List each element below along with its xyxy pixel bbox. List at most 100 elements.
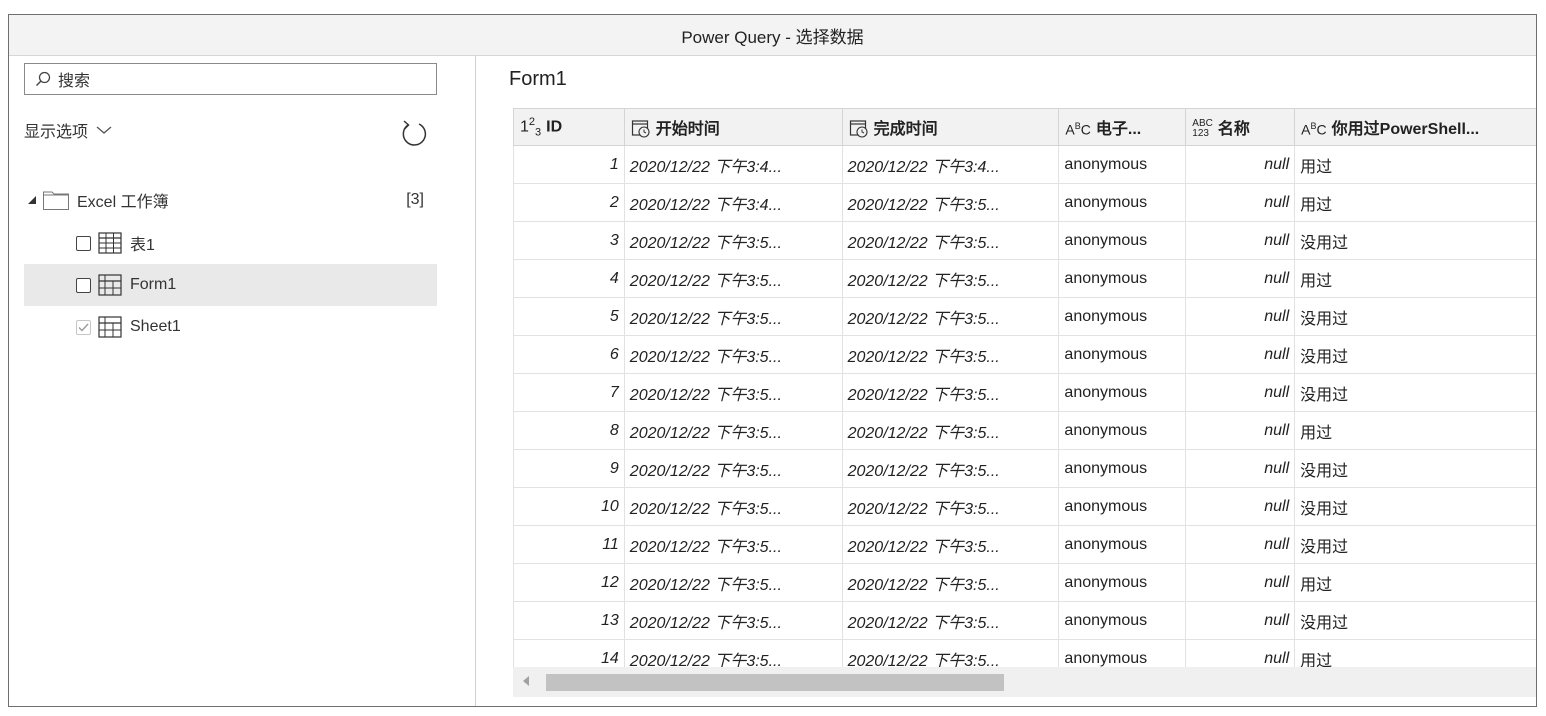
cell-used-powershell[interactable]: 用过 [1294,183,1536,222]
cell-email[interactable]: anonymous [1058,221,1187,260]
cell-used-powershell[interactable]: 没用过 [1294,449,1536,488]
table-row[interactable]: 8 2020/12/22 下午3:5... 2020/12/22 下午3:5... a… [513,411,1536,450]
cell-email[interactable]: anonymous [1058,563,1187,602]
table-row[interactable]: 12 2020/12/22 下午3:5... 2020/12/22 下午3:5...… [513,563,1536,602]
cell-start-time[interactable]: 2020/12/22 下午3:5... [623,297,843,336]
cell-end-time[interactable]: 2020/12/22 下午3:5... [841,335,1060,374]
cell-end-time[interactable]: 2020/12/22 下午3:4... [841,145,1060,184]
cell-end-time[interactable]: 2020/12/22 下午3:5... [841,601,1060,640]
cell-end-time[interactable]: 2020/12/22 下午3:5... [841,639,1060,668]
cell-id[interactable]: 5 [513,297,625,336]
cell-name[interactable]: null [1185,525,1296,564]
cell-used-powershell[interactable]: 用过 [1294,145,1536,184]
cell-used-powershell[interactable]: 没用过 [1294,297,1536,336]
cell-email[interactable]: anonymous [1058,373,1187,412]
cell-name[interactable]: null [1185,601,1296,640]
column-header-name[interactable]: ABC 123 名称 [1185,108,1296,146]
cell-name[interactable]: null [1185,639,1296,668]
table-row[interactable]: 4 2020/12/22 下午3:5... 2020/12/22 下午3:5... a… [513,259,1536,298]
search-input[interactable]: 搜索 [24,63,437,95]
table-row[interactable]: 3 2020/12/22 下午3:5... 2020/12/22 下午3:5... a… [513,221,1536,260]
table-row[interactable]: 13 2020/12/22 下午3:5... 2020/12/22 下午3:5...… [513,601,1536,640]
table-row[interactable]: 14 2020/12/22 下午3:5... 2020/12/22 下午3:5...… [513,639,1536,668]
table-row[interactable]: 1 2020/12/22 下午3:4... 2020/12/22 下午3:4... a… [513,145,1536,184]
cell-end-time[interactable]: 2020/12/22 下午3:5... [841,183,1060,222]
cell-id[interactable]: 13 [513,601,625,640]
cell-end-time[interactable]: 2020/12/22 下午3:5... [841,259,1060,298]
collapse-triangle-icon[interactable] [26,194,38,206]
column-header-email[interactable]: ABC 电子... [1058,108,1187,146]
text-type-icon[interactable]: ABC [1301,121,1326,138]
cell-name[interactable]: null [1185,373,1296,412]
cell-email[interactable]: anonymous [1058,601,1187,640]
cell-email[interactable]: anonymous [1058,525,1187,564]
cell-start-time[interactable]: 2020/12/22 下午3:4... [623,183,843,222]
column-header-id[interactable]: 123 ID [513,108,625,146]
table-row[interactable]: 7 2020/12/22 下午3:5... 2020/12/22 下午3:5... a… [513,373,1536,412]
cell-email[interactable]: anonymous [1058,487,1187,526]
sheet1-checkbox[interactable] [76,319,91,335]
cell-name[interactable]: null [1185,221,1296,260]
form1-checkbox[interactable] [76,277,91,293]
cell-name[interactable]: null [1185,259,1296,298]
cell-name[interactable]: null [1185,297,1296,336]
cell-name[interactable]: null [1185,563,1296,602]
cell-end-time[interactable]: 2020/12/22 下午3:5... [841,449,1060,488]
datetime-type-icon[interactable] [849,119,869,139]
tree-item-form1[interactable]: Form1 [24,264,437,306]
cell-name[interactable]: null [1185,411,1296,450]
table-row[interactable]: 11 2020/12/22 下午3:5... 2020/12/22 下午3:5...… [513,525,1536,564]
cell-used-powershell[interactable]: 没用过 [1294,373,1536,412]
cell-start-time[interactable]: 2020/12/22 下午3:5... [623,525,843,564]
tree-item-excel-workbook[interactable]: Excel 工作簿 [3] [24,179,437,221]
cell-email[interactable]: anonymous [1058,145,1187,184]
cell-id[interactable]: 12 [513,563,625,602]
cell-start-time[interactable]: 2020/12/22 下午3:5... [623,221,843,260]
cell-email[interactable]: anonymous [1058,411,1187,450]
cell-used-powershell[interactable]: 用过 [1294,639,1536,668]
table-row[interactable]: 6 2020/12/22 下午3:5... 2020/12/22 下午3:5... a… [513,335,1536,374]
cell-start-time[interactable]: 2020/12/22 下午3:5... [623,639,843,668]
cell-used-powershell[interactable]: 没用过 [1294,335,1536,374]
cell-start-time[interactable]: 2020/12/22 下午3:5... [623,601,843,640]
datetime-type-icon[interactable] [631,119,651,139]
cell-used-powershell[interactable]: 没用过 [1294,221,1536,260]
cell-name[interactable]: null [1185,183,1296,222]
cell-end-time[interactable]: 2020/12/22 下午3:5... [841,297,1060,336]
cell-end-time[interactable]: 2020/12/22 下午3:5... [841,221,1060,260]
cell-end-time[interactable]: 2020/12/22 下午3:5... [841,487,1060,526]
cell-email[interactable]: anonymous [1058,335,1187,374]
tree-item-sheet1[interactable]: Sheet1 [24,306,437,348]
cell-email[interactable]: anonymous [1058,639,1187,668]
cell-email[interactable]: anonymous [1058,449,1187,488]
cell-start-time[interactable]: 2020/12/22 下午3:5... [623,563,843,602]
cell-start-time[interactable]: 2020/12/22 下午3:5... [623,411,843,450]
cell-end-time[interactable]: 2020/12/22 下午3:5... [841,373,1060,412]
whole-number-type-icon[interactable]: 123 [520,116,541,139]
scroll-left-arrow-icon[interactable] [523,676,529,686]
cell-id[interactable]: 11 [513,525,625,564]
tree-item-table1[interactable]: 表1 [24,222,437,264]
cell-id[interactable]: 6 [513,335,625,374]
cell-email[interactable]: anonymous [1058,259,1187,298]
cell-id[interactable]: 8 [513,411,625,450]
cell-start-time[interactable]: 2020/12/22 下午3:4... [623,145,843,184]
cell-end-time[interactable]: 2020/12/22 下午3:5... [841,563,1060,602]
table-row[interactable]: 9 2020/12/22 下午3:5... 2020/12/22 下午3:5... a… [513,449,1536,488]
cell-used-powershell[interactable]: 用过 [1294,259,1536,298]
cell-start-time[interactable]: 2020/12/22 下午3:5... [623,259,843,298]
cell-used-powershell[interactable]: 没用过 [1294,525,1536,564]
column-header-start-time[interactable]: 开始时间 [623,108,843,146]
cell-name[interactable]: null [1185,335,1296,374]
cell-name[interactable]: null [1185,449,1296,488]
cell-name[interactable]: null [1185,145,1296,184]
table-row[interactable]: 2 2020/12/22 下午3:4... 2020/12/22 下午3:5... a… [513,183,1536,222]
cell-used-powershell[interactable]: 没用过 [1294,487,1536,526]
cell-id[interactable]: 4 [513,259,625,298]
preview-table-container[interactable]: 123 ID 开始时间 完成时间 ABC 电子... ABC 123 名称 AB… [513,108,1536,668]
cell-end-time[interactable]: 2020/12/22 下午3:5... [841,525,1060,564]
cell-email[interactable]: anonymous [1058,183,1187,222]
any-type-icon[interactable]: ABC 123 [1192,119,1213,139]
cell-start-time[interactable]: 2020/12/22 下午3:5... [623,373,843,412]
cell-used-powershell[interactable]: 用过 [1294,563,1536,602]
